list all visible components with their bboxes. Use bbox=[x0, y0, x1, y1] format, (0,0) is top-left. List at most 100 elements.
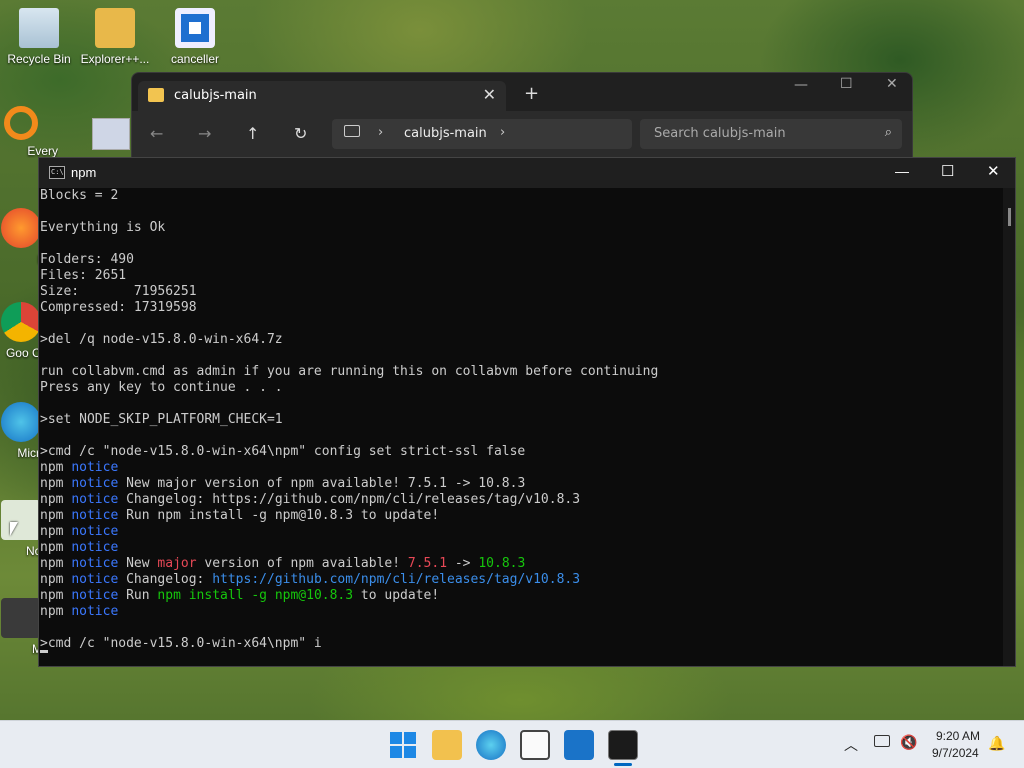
terminal-output[interactable]: Blocks = 2 Everything is Ok Folders: 490 Fi… bbox=[39, 188, 1001, 666]
minimize-icon[interactable]: — bbox=[794, 77, 808, 93]
search-box[interactable]: Search calubjs-main ⌕ bbox=[640, 119, 902, 149]
close-icon[interactable]: ✕ bbox=[987, 162, 1000, 180]
terminal-text: >cmd /c "node-v15.8.0-win-x64\npm" confi… bbox=[40, 444, 526, 459]
terminal-line: Compressed: 17319598 bbox=[40, 300, 1001, 316]
search-input[interactable]: Search calubjs-main bbox=[654, 126, 786, 141]
terminal-text: Compressed: 17319598 bbox=[40, 300, 197, 315]
outlook-taskbar-icon[interactable] bbox=[564, 730, 594, 760]
forward-arrow-icon[interactable]: → bbox=[198, 124, 211, 143]
address-segment[interactable]: calubjs-main bbox=[404, 126, 487, 141]
terminal-text: npm bbox=[40, 540, 72, 555]
volume-icon[interactable]: 🔇 bbox=[900, 734, 917, 751]
chrome-icon bbox=[1, 302, 41, 342]
terminal-line: npm notice bbox=[40, 460, 1001, 476]
terminal-text: Run npm install -g npm@10.8.3 to update! bbox=[118, 508, 440, 523]
start-windows-icon[interactable] bbox=[388, 730, 418, 760]
terminal-text: notice bbox=[71, 604, 119, 619]
terminal-text: npm bbox=[40, 588, 72, 603]
show-hidden-icons-chevron-icon[interactable]: ︿ bbox=[844, 735, 858, 755]
terminal-text: npm bbox=[40, 524, 72, 539]
search-icon: ⌕ bbox=[884, 125, 892, 140]
terminal-text: Changelog: bbox=[118, 572, 213, 587]
terminal-line: >cmd /c "node-v15.8.0-win-x64\npm" i bbox=[40, 636, 1001, 652]
mouse-cursor-icon bbox=[10, 522, 18, 536]
terminal-text: Size: 71956251 bbox=[40, 284, 197, 299]
notification-bell-icon[interactable]: 🔔 bbox=[988, 735, 1005, 752]
terminal-line: npm notice Run npm install -g npm@10.8.3… bbox=[40, 588, 1001, 604]
notepad-icon bbox=[1, 500, 41, 540]
terminal-line: npm notice bbox=[40, 604, 1001, 620]
refresh-icon[interactable]: ↻ bbox=[294, 124, 307, 143]
terminal-line: Blocks = 2 bbox=[40, 188, 1001, 204]
close-icon[interactable]: ✕ bbox=[886, 76, 898, 92]
up-arrow-icon[interactable]: ↑ bbox=[246, 124, 259, 143]
monitor-icon bbox=[344, 125, 360, 137]
desktop-icon-label: Every bbox=[27, 144, 58, 158]
explorer-tab[interactable]: calubjs-main ✕ bbox=[138, 81, 506, 111]
clock-date[interactable]: 9/7/2024 bbox=[932, 746, 979, 760]
desktop-icon-recycle-bin[interactable]: Recycle Bin bbox=[2, 8, 76, 66]
terminal-line: Press any key to continue . . . bbox=[40, 380, 1001, 396]
command-prompt-window[interactable]: C:\ npm — ☐ ✕ Blocks = 2 Everything is Ok… bbox=[38, 157, 1016, 667]
terminal-text: notice bbox=[71, 460, 119, 475]
terminal-line: run collabvm.cmd as admin if you are run… bbox=[40, 364, 1001, 380]
terminal-line: Folders: 490 bbox=[40, 252, 1001, 268]
taskbar: ︿ 🔇 9:20 AM 9/7/2024 🔔 bbox=[0, 720, 1024, 768]
terminal-text: npm bbox=[40, 492, 72, 507]
terminal-text: notice bbox=[71, 540, 119, 555]
terminal-text: run collabvm.cmd as admin if you are run… bbox=[40, 364, 659, 379]
new-tab-button[interactable]: + bbox=[524, 83, 539, 104]
address-bar[interactable]: › calubjs-main › bbox=[332, 119, 632, 149]
thumbnail-icon[interactable] bbox=[92, 118, 130, 150]
terminal-text: npm bbox=[40, 604, 72, 619]
terminal-scrollbar[interactable] bbox=[1003, 188, 1015, 666]
terminal-text: major bbox=[157, 556, 197, 571]
scrollbar-thumb[interactable] bbox=[1008, 208, 1011, 226]
terminal-text: >cmd /c "node-v15.8.0-win-x64\npm" i bbox=[40, 636, 322, 651]
terminal-text: version of npm available! bbox=[196, 556, 408, 571]
desktop-icon-canceller[interactable]: canceller bbox=[158, 8, 232, 66]
terminal-text: notice bbox=[71, 492, 119, 507]
edge-taskbar-icon[interactable] bbox=[476, 730, 506, 760]
terminal-line: Size: 71956251 bbox=[40, 284, 1001, 300]
terminal-line: >del /q node-v15.8.0-win-x64.7z bbox=[40, 332, 1001, 348]
maximize-icon[interactable]: ☐ bbox=[941, 162, 954, 180]
file-explorer-taskbar-icon[interactable] bbox=[432, 730, 462, 760]
clock-time[interactable]: 9:20 AM bbox=[936, 729, 980, 743]
terminal-text: >del /q node-v15.8.0-win-x64.7z bbox=[40, 332, 283, 347]
terminal-text: 10.8.3 bbox=[478, 556, 526, 571]
chevron-right-icon: › bbox=[378, 125, 384, 140]
close-tab-icon[interactable]: ✕ bbox=[483, 85, 496, 104]
terminal-text: notice bbox=[71, 524, 119, 539]
terminal-line: Files: 2651 bbox=[40, 268, 1001, 284]
terminal-text: Folders: 490 bbox=[40, 252, 134, 267]
terminal-text: New bbox=[118, 556, 158, 571]
desktop-icon-explorer-plus[interactable]: Explorer++... bbox=[78, 8, 152, 66]
terminal-line: npm notice Changelog: https://github.com… bbox=[40, 492, 1001, 508]
explorer-navbar: ← → ↑ ↻ › calubjs-main › Search calubjs-… bbox=[132, 111, 912, 157]
folder-icon bbox=[95, 8, 135, 48]
terminal-titlebar[interactable]: C:\ npm — ☐ ✕ bbox=[39, 158, 1015, 188]
minimize-icon[interactable]: — bbox=[895, 163, 909, 179]
store-taskbar-icon[interactable] bbox=[520, 730, 550, 760]
network-icon[interactable] bbox=[874, 735, 890, 747]
edge-icon bbox=[1, 402, 41, 442]
maximize-icon[interactable]: ☐ bbox=[840, 76, 853, 92]
app-icon bbox=[1, 598, 41, 638]
file-explorer-window[interactable]: calubjs-main ✕ + — ☐ ✕ ← → ↑ ↻ › calubjs… bbox=[131, 72, 913, 158]
everything-search-icon bbox=[4, 106, 38, 140]
terminal-taskbar-icon[interactable] bbox=[608, 730, 638, 760]
desktop-icon-everything[interactable]: Every bbox=[0, 106, 58, 158]
terminal-text: npm bbox=[40, 556, 72, 571]
terminal-line: npm notice Run npm install -g npm@10.8.3… bbox=[40, 508, 1001, 524]
explorer-tab-title: calubjs-main bbox=[174, 88, 257, 103]
active-app-indicator bbox=[614, 763, 632, 766]
terminal-text: Files: 2651 bbox=[40, 268, 127, 283]
terminal-text: New major version of npm available! 7.5.… bbox=[118, 476, 526, 491]
back-arrow-icon[interactable]: ← bbox=[150, 124, 163, 143]
